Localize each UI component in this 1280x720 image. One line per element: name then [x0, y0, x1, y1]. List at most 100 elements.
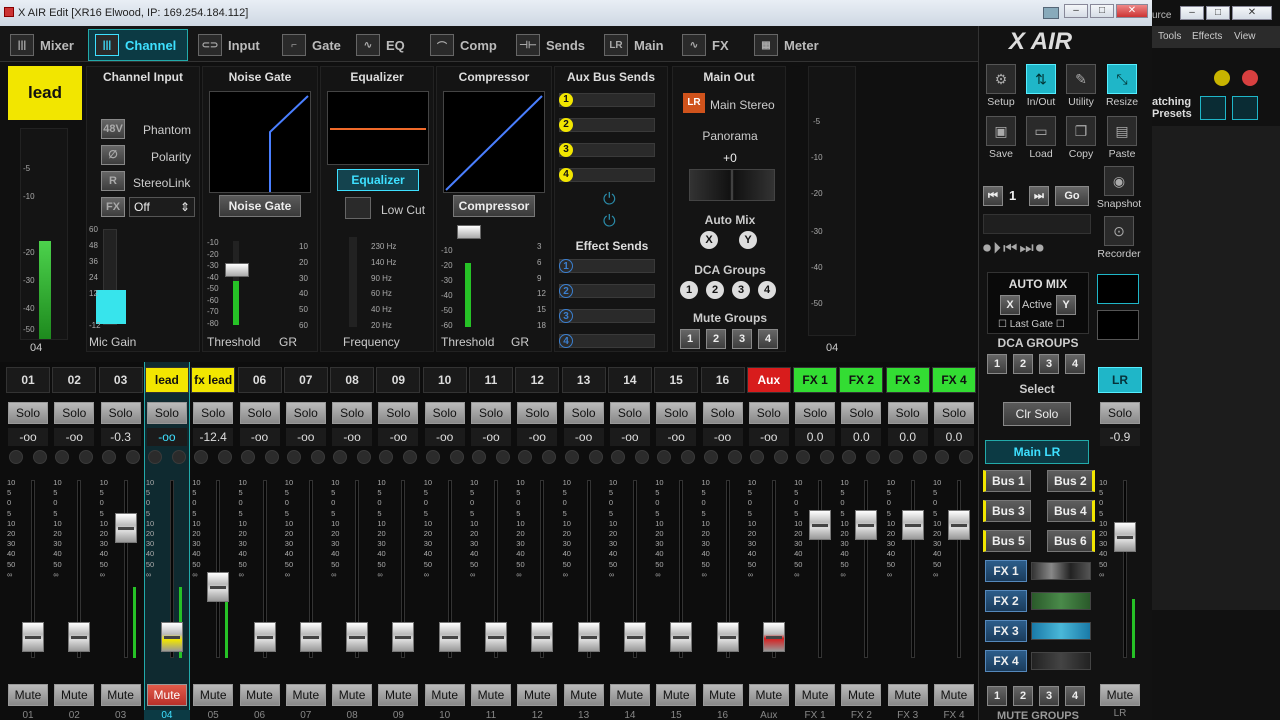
- mute-button[interactable]: Mute: [100, 684, 141, 706]
- utility-button[interactable]: ✎ Utility: [1061, 64, 1101, 108]
- mute-group-3-button[interactable]: 3: [1039, 686, 1059, 706]
- channel-name[interactable]: 09: [376, 367, 421, 393]
- mute-group-3[interactable]: 3: [732, 329, 752, 349]
- main-lr-button[interactable]: Main LR: [985, 440, 1089, 464]
- minimize-button[interactable]: –: [1064, 4, 1088, 18]
- bus-1-button[interactable]: Bus 1: [983, 470, 1031, 492]
- copy-button[interactable]: ❐ Copy: [1061, 116, 1101, 160]
- solo-button[interactable]: Solo: [8, 402, 48, 424]
- mute-group-1[interactable]: 1: [680, 329, 700, 349]
- power-icon[interactable]: ⏻: [603, 191, 616, 209]
- load-button[interactable]: ▭ Load: [1021, 116, 1061, 160]
- fader-handle[interactable]: [114, 513, 137, 544]
- solo-button[interactable]: Solo: [795, 402, 836, 424]
- tab-main[interactable]: LR Main: [598, 29, 674, 61]
- fx-insert-button[interactable]: FX: [101, 197, 125, 217]
- equalizer-button[interactable]: Equalizer: [337, 169, 419, 191]
- channel-name[interactable]: fx lead: [191, 367, 236, 393]
- automix-x-button[interactable]: X: [700, 231, 718, 249]
- fx-send-2[interactable]: [559, 284, 655, 298]
- channel-name[interactable]: Aux: [746, 367, 791, 393]
- fx-1-thumbnail[interactable]: [1031, 562, 1091, 580]
- pan-knob[interactable]: [240, 450, 255, 464]
- in-out-button[interactable]: ⇅ In/Out: [1021, 64, 1061, 108]
- mute-button[interactable]: Mute: [702, 684, 743, 706]
- solo-button[interactable]: Solo: [702, 402, 743, 424]
- fader-track[interactable]: [818, 480, 823, 658]
- solo-button[interactable]: Solo: [517, 402, 558, 424]
- solo-button[interactable]: Solo: [887, 402, 928, 424]
- fx-4-thumbnail[interactable]: [1031, 652, 1091, 670]
- fader-handle[interactable]: [253, 621, 276, 652]
- pan-knob[interactable]: [888, 450, 903, 464]
- fx-3-button[interactable]: FX 3: [985, 620, 1027, 642]
- fader-track[interactable]: [216, 480, 221, 658]
- solo-button[interactable]: Solo: [378, 402, 419, 424]
- fx-2-button[interactable]: FX 2: [985, 590, 1027, 612]
- snapshot-name-field[interactable]: [983, 214, 1091, 234]
- channel-name[interactable]: 10: [422, 367, 467, 393]
- bus-6-button[interactable]: Bus 6: [1047, 530, 1095, 552]
- solo-button[interactable]: Solo: [563, 402, 604, 424]
- menu-effects[interactable]: Effects: [1192, 31, 1222, 42]
- channel-name[interactable]: 03: [98, 367, 143, 393]
- automix-y-button[interactable]: Y: [739, 231, 757, 249]
- go-button[interactable]: Go: [1055, 186, 1089, 206]
- tab-eq[interactable]: ∿ EQ: [350, 29, 420, 61]
- channel-name[interactable]: 15: [654, 367, 699, 393]
- pan-knob[interactable]: [796, 450, 811, 464]
- pan-knob[interactable]: [333, 450, 348, 464]
- channel-fader[interactable]: -5 -10 -20 -30 -40 -50: [808, 66, 856, 336]
- solo-button[interactable]: Solo: [332, 402, 373, 424]
- mute-button[interactable]: Mute: [332, 684, 373, 706]
- pan-knob[interactable]: [657, 450, 672, 464]
- pan-knob[interactable]: [171, 450, 186, 464]
- eq-graph[interactable]: [327, 91, 429, 165]
- prev-snapshot-button[interactable]: ⏮: [983, 186, 1003, 206]
- polarity-button[interactable]: ∅: [101, 145, 125, 165]
- snapshot-button[interactable]: ◉ Snapshot: [1093, 166, 1145, 210]
- aux-send-4[interactable]: [559, 168, 655, 182]
- maximize-button[interactable]: □: [1090, 4, 1114, 18]
- mute-button[interactable]: Mute: [471, 684, 511, 706]
- pan-knob[interactable]: [681, 450, 696, 464]
- solo-button[interactable]: Solo: [146, 402, 187, 424]
- low-cut-icon[interactable]: [345, 197, 371, 219]
- mute-button[interactable]: Mute: [841, 684, 882, 706]
- pan-knob[interactable]: [9, 450, 23, 464]
- channel-name-badge[interactable]: lead: [8, 66, 82, 120]
- fx-2-thumbnail[interactable]: [1031, 592, 1091, 610]
- fx-send-4[interactable]: [559, 334, 655, 348]
- gate-graph[interactable]: [209, 91, 311, 193]
- mute-button[interactable]: Mute: [656, 684, 697, 706]
- bus-4-button[interactable]: Bus 4: [1047, 500, 1095, 522]
- mute-button[interactable]: Mute: [934, 684, 974, 706]
- pan-knob[interactable]: [866, 450, 881, 464]
- pan-knob[interactable]: [912, 450, 927, 464]
- fader-handle[interactable]: [762, 621, 785, 652]
- bg-close-button[interactable]: ✕: [1232, 6, 1272, 20]
- fader-handle[interactable]: [855, 509, 878, 540]
- aux-send-2[interactable]: [559, 118, 655, 132]
- mute-button[interactable]: Mute: [54, 684, 95, 706]
- mute-button[interactable]: Mute: [609, 684, 650, 706]
- aux-send-1[interactable]: [559, 93, 655, 107]
- mute-button[interactable]: Mute: [424, 684, 465, 706]
- mute-button[interactable]: Mute: [517, 684, 558, 706]
- channel-name[interactable]: 08: [330, 367, 375, 393]
- pan-knob[interactable]: [449, 450, 464, 464]
- fader-handle[interactable]: [1114, 521, 1136, 552]
- channel-name[interactable]: FX 3: [885, 367, 930, 393]
- pan-knob[interactable]: [264, 450, 279, 464]
- lr-mute-button[interactable]: Mute: [1100, 684, 1140, 706]
- fx-4-button[interactable]: FX 4: [985, 650, 1027, 672]
- solo-button[interactable]: Solo: [471, 402, 511, 424]
- menu-view[interactable]: View: [1234, 31, 1256, 42]
- fader-handle[interactable]: [68, 621, 91, 652]
- mic-gain-slider[interactable]: [96, 229, 126, 325]
- automix-y-group[interactable]: Y: [1056, 295, 1076, 315]
- pan-knob[interactable]: [959, 450, 973, 464]
- tab-sends[interactable]: ⊣⊢ Sends: [510, 29, 596, 61]
- channel-name[interactable]: FX 2: [839, 367, 884, 393]
- solo-button[interactable]: Solo: [239, 402, 280, 424]
